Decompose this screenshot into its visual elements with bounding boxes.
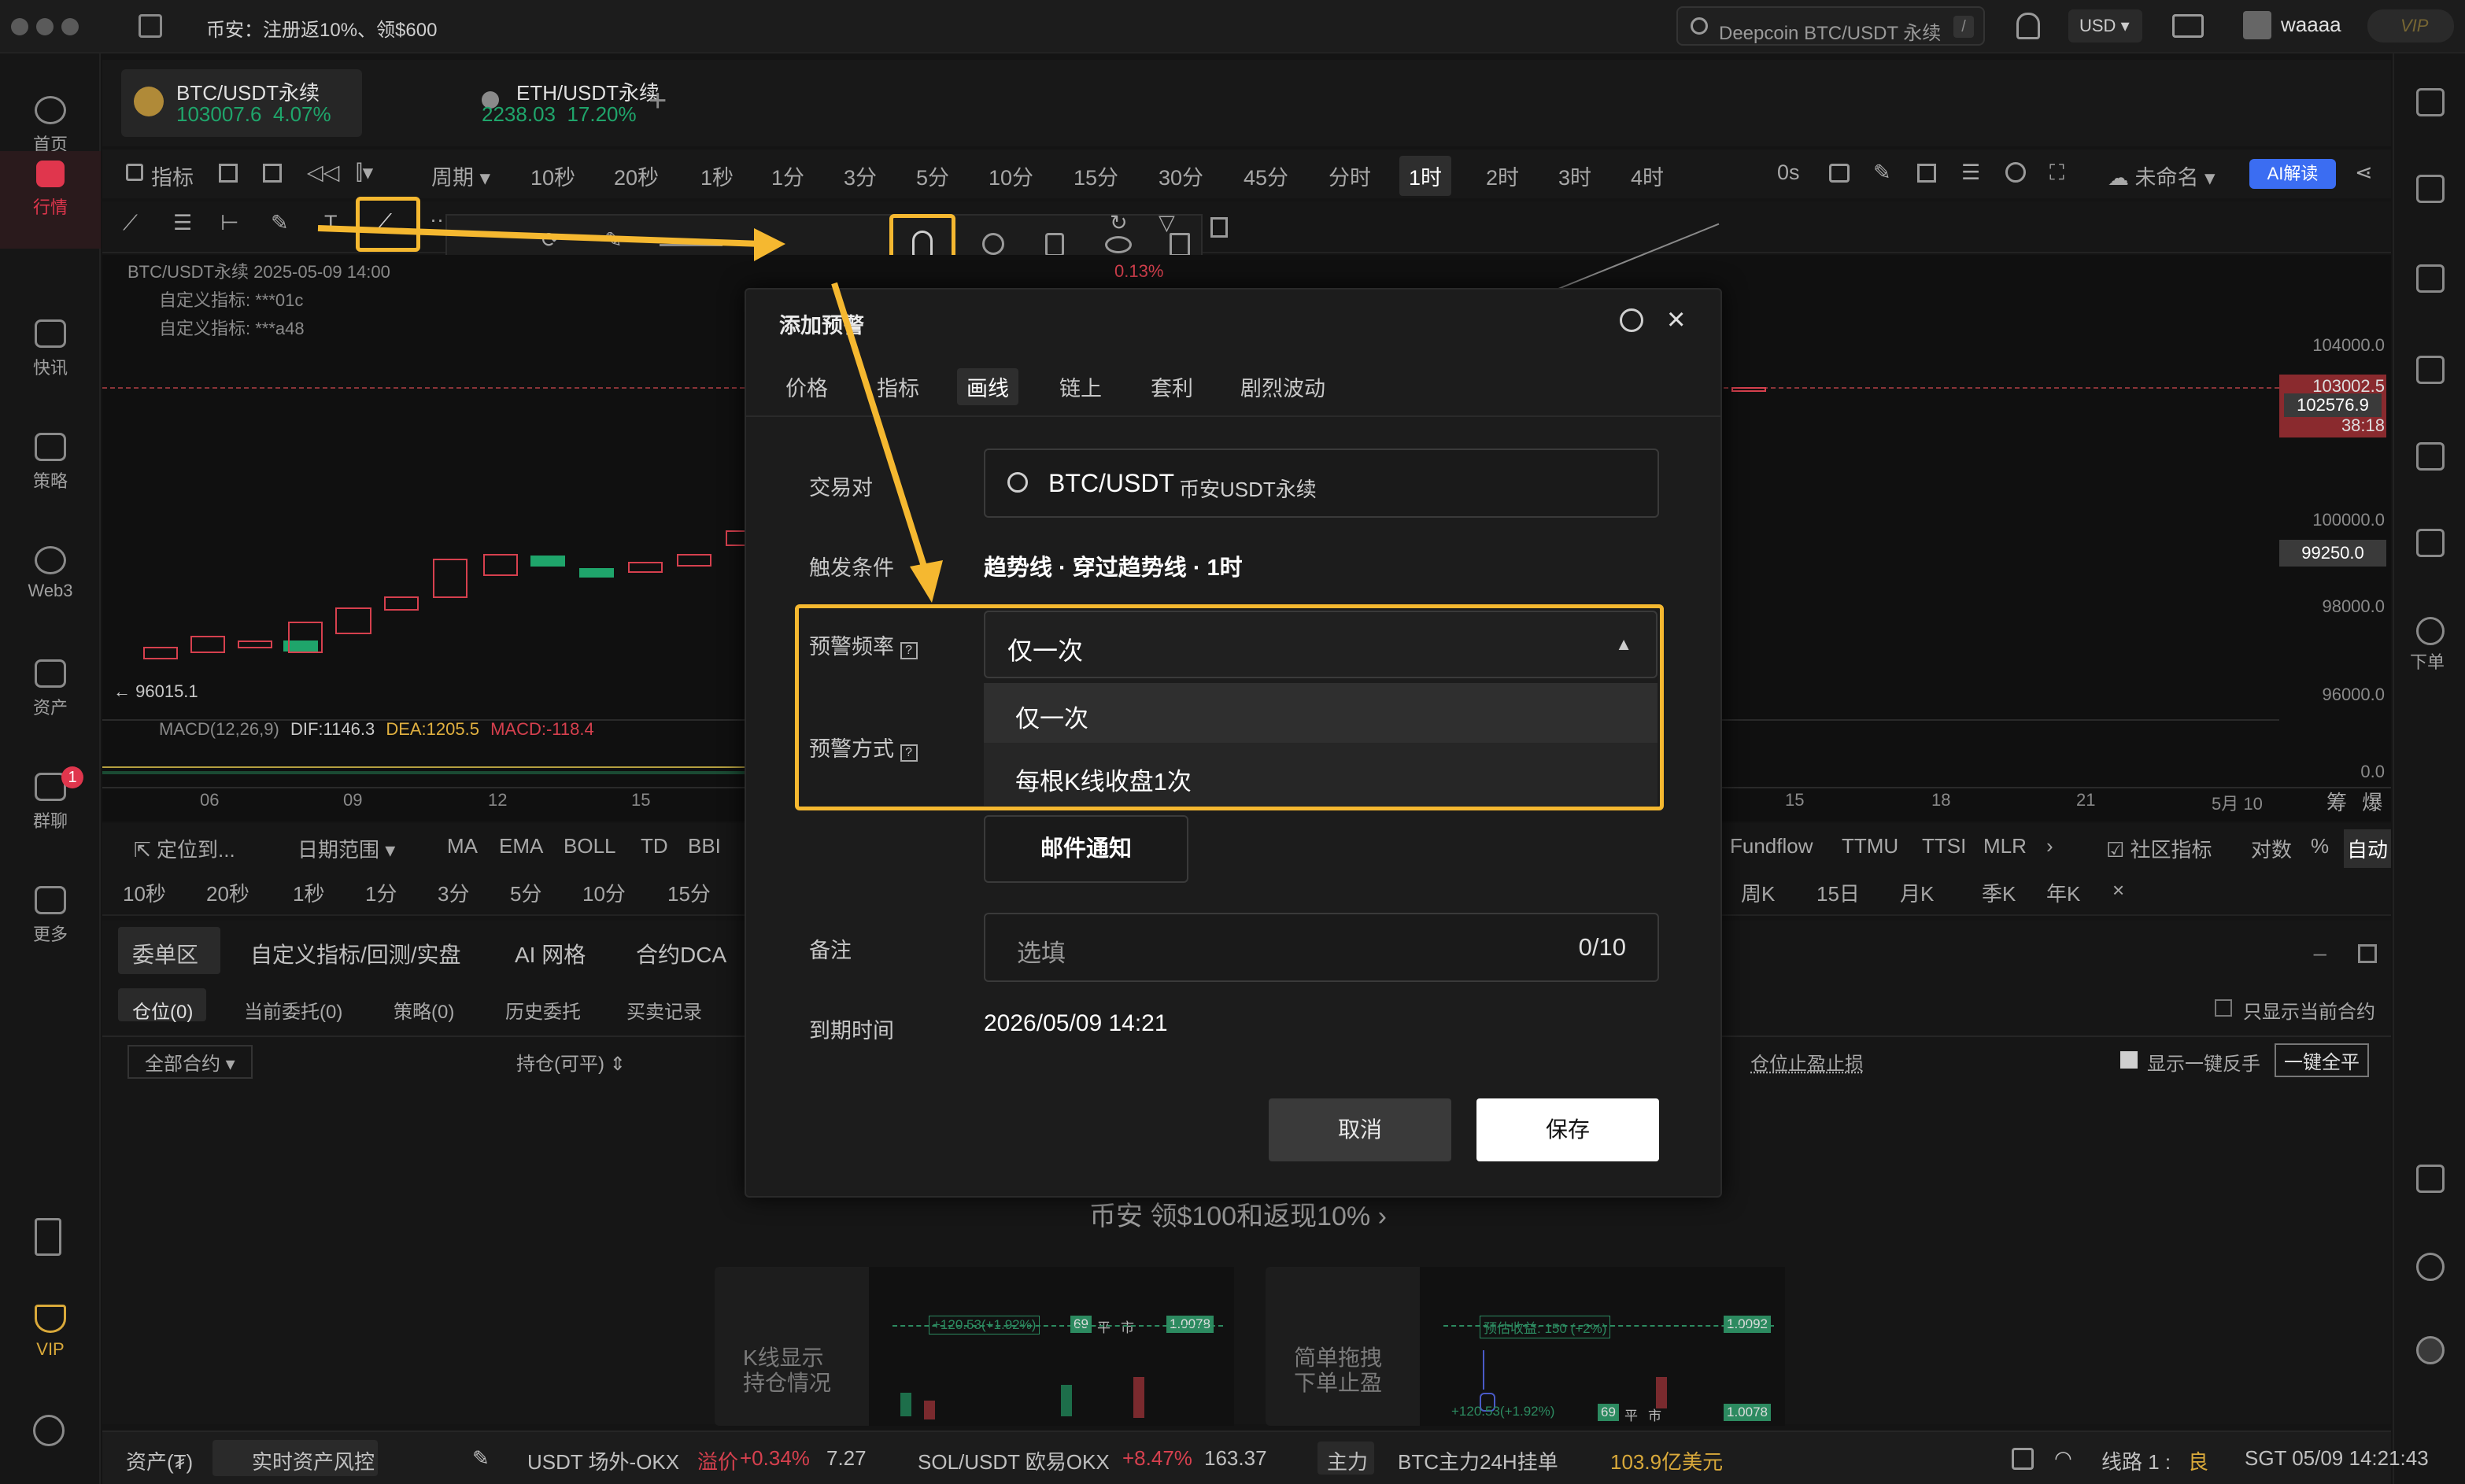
app-window: 币安：注册返10%、领$600 Deepcoin BTC/USDT 永续 / U…: [0, 0, 2465, 1484]
arrow-head: [754, 228, 785, 261]
arrow-to-frequency: [831, 282, 929, 573]
arrow-to-bell: [317, 225, 763, 247]
annotation-arrows: [317, 225, 943, 603]
arrow-head: [910, 560, 943, 603]
